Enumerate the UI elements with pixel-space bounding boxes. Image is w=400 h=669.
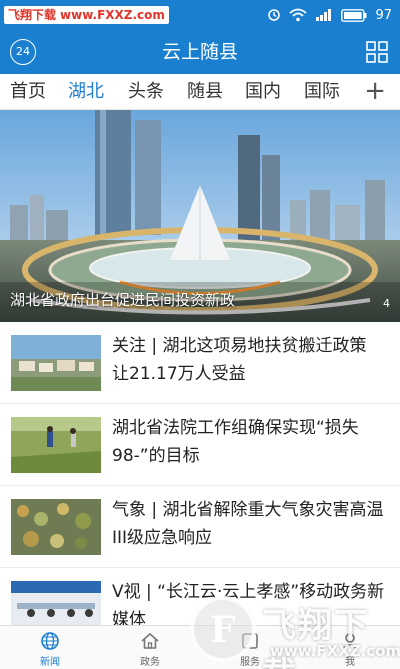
watermark-url: www.FXXZ.com xyxy=(60,8,165,22)
news-item[interactable]: 关注 | 湖北这项易地扶贫搬迁政策 让21.17万人受益 xyxy=(0,322,400,404)
bottom-tab-me[interactable]: 我 xyxy=(300,626,400,669)
tab-international[interactable]: 国际 xyxy=(304,74,340,110)
tab-hubei[interactable]: 湖北 xyxy=(68,74,104,110)
alarm-icon xyxy=(267,8,281,22)
news-title: 湖北省法院工作组确保实现“损失98-”的目标 xyxy=(112,418,359,466)
bottom-tab-government[interactable]: 政务 xyxy=(100,626,200,669)
bottom-tab-label: 服务 xyxy=(240,657,260,668)
tab-suixian[interactable]: 随县 xyxy=(187,74,223,110)
news-title: V视 | “长江云·云上孝感”移动政务新媒体 xyxy=(112,582,385,625)
status-icons: 97 xyxy=(267,0,392,30)
globe-icon xyxy=(41,632,59,650)
page-title: 云上随县 xyxy=(161,41,238,63)
wifi-icon xyxy=(289,8,308,22)
bottom-tab-label: 新闻 xyxy=(40,657,60,668)
grid-menu-icon[interactable] xyxy=(366,41,388,63)
home-icon xyxy=(141,632,159,649)
news-item[interactable]: V视 | “长江云·云上孝感”移动政务新媒体 xyxy=(0,568,400,625)
news-title: 气象 | 湖北省解除重大气象灾害高温III级应急响应 xyxy=(112,500,384,548)
bottom-tab-label: 我 xyxy=(345,657,355,668)
hero-caption: 湖北省政府出台促进民间投资新政 xyxy=(10,291,236,309)
bottom-tab-bar: 新闻 政务 服务 我 xyxy=(0,625,400,669)
news-item[interactable]: 气象 | 湖北省解除重大气象灾害高温III级应急响应 xyxy=(0,486,400,568)
service-icon xyxy=(242,633,258,649)
watermark-badge: 飞翔下载 www.FXXZ.com xyxy=(4,6,169,24)
watermark-name: 飞翔下载 xyxy=(8,8,57,22)
field-photo-icon xyxy=(11,417,101,473)
hero-banner[interactable]: 湖北省政府出台促进民间投资新政 4 xyxy=(0,110,400,322)
news-title: 关注 | 湖北这项易地扶贫搬迁政策 让21.17万人受益 xyxy=(112,336,367,384)
tab-home[interactable]: 首页 xyxy=(10,74,46,110)
bottom-tab-label: 政务 xyxy=(140,657,160,668)
signal-icon xyxy=(315,8,333,22)
tab-domestic[interactable]: 国内 xyxy=(245,74,281,110)
news-item[interactable]: 湖北省法院工作组确保实现“损失98-”的目标 xyxy=(0,404,400,486)
status-bar: 飞翔下载 www.FXXZ.com 97 xyxy=(0,0,400,30)
channel-tabs: 首页 湖北 头条 随县 国内 国际 + xyxy=(0,74,400,110)
app-header: 24 云上随县 xyxy=(0,30,400,74)
hero-slide-count: 4 xyxy=(383,297,390,310)
battery-level: 97 xyxy=(375,7,392,23)
add-channel-button[interactable]: + xyxy=(364,74,386,110)
tab-headlines[interactable]: 头条 xyxy=(128,74,164,110)
village-photo-icon xyxy=(11,335,101,391)
crops-photo-icon xyxy=(11,499,101,555)
battery-icon xyxy=(341,8,367,22)
bottom-tab-news[interactable]: 新闻 xyxy=(0,626,100,669)
user-icon xyxy=(342,633,358,650)
meeting-photo-icon xyxy=(11,581,101,625)
bottom-tab-services[interactable]: 服务 xyxy=(200,626,300,669)
